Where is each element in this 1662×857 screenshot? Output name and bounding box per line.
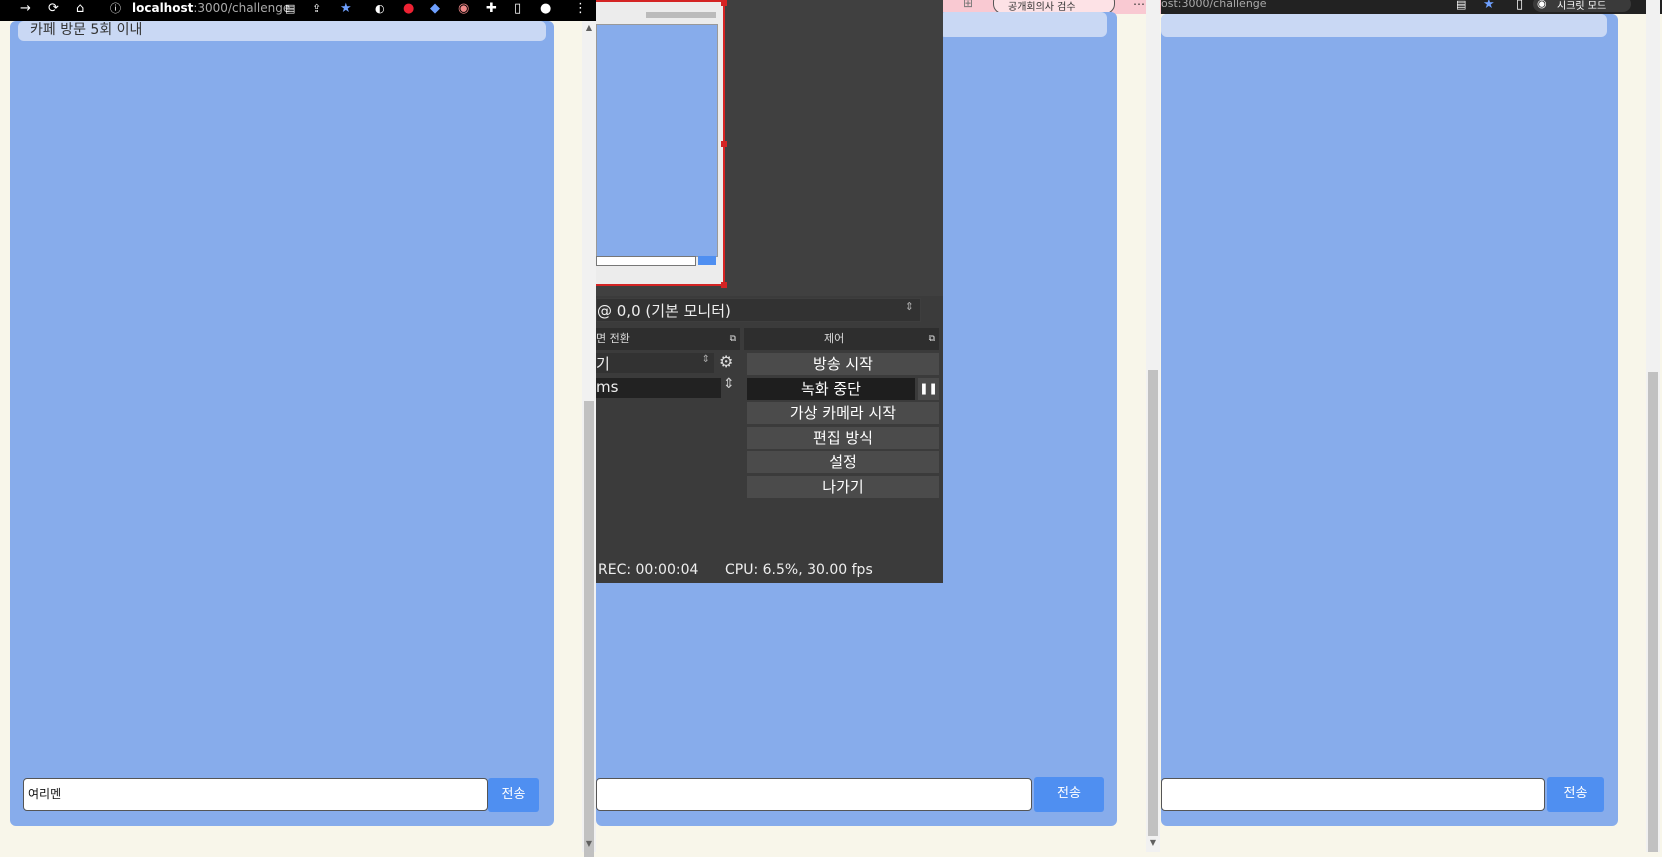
stop-recording-button[interactable]: 녹화 중단 [747, 378, 915, 400]
scrollbar-thumb[interactable] [584, 401, 594, 857]
challenge-card-text: 카페 방문 5회 이내 [30, 22, 143, 38]
message-input-right[interactable] [1161, 778, 1545, 811]
settings-button[interactable]: 설정 [747, 451, 939, 473]
send-button[interactable]: 전송 [488, 778, 539, 812]
scrollbar-right-thumb[interactable] [1648, 372, 1658, 852]
chat-panel-left: 카페 방문 5회 이내 여리멘 전송 [10, 21, 554, 826]
browser-toolbar-right: ost:3000/challenge ▤ ★ ▯ ◉ 시크릿 모드 [1161, 0, 1662, 14]
site-info-icon[interactable]: ⓘ [110, 0, 121, 18]
monitor-select[interactable]: @ 0,0 (기본 모니터) ⇕ [596, 298, 921, 322]
reload-icon[interactable]: ⟳ [48, 0, 59, 18]
address-bar-right[interactable]: ost:3000/challenge [1161, 0, 1267, 10]
sidepanel-icon-right[interactable]: ▯ [1516, 0, 1523, 14]
select-arrows-icon: ⇕ [904, 300, 914, 313]
send-button-right[interactable]: 전송 [1547, 777, 1604, 812]
grid-icon[interactable]: ⊞ [963, 0, 973, 10]
browser-toolbar-left: → ⟳ ⌂ ⓘ localhost:3000/challenge ▤ ⇪ ★ ◐… [0, 0, 596, 21]
home-icon[interactable]: ⌂ [76, 0, 84, 18]
incognito-icon: ◉ [1537, 0, 1547, 10]
exit-button[interactable]: 나가기 [747, 476, 939, 498]
studio-mode-button[interactable]: 편집 방식 [747, 427, 939, 449]
send-button-middle[interactable]: 전송 [1034, 777, 1104, 812]
resize-handle-bottom[interactable] [721, 282, 727, 288]
extensions-puzzle-icon[interactable]: ✚ [486, 0, 497, 18]
extension-icon-3[interactable]: ◆ [430, 0, 440, 18]
transitions-dock-label: 면 전환 [596, 332, 630, 345]
translate-icon[interactable]: ▤ [285, 0, 295, 18]
rec-timer: REC: 00:00:04 [598, 562, 699, 578]
controls-dock-label: 제어 [824, 332, 845, 345]
bookmark-star-icon-right[interactable]: ★ [1483, 0, 1495, 14]
chat-panel-right: 전송 [1161, 14, 1618, 826]
resize-handle-mid[interactable] [721, 141, 727, 147]
more-icon[interactable]: … [1133, 0, 1145, 8]
controls-float-icon[interactable]: ⧉ [929, 328, 935, 350]
incognito-badge[interactable]: ◉ 시크릿 모드 [1533, 0, 1631, 12]
scrollbar-left[interactable]: ▲ ▼ [582, 21, 596, 857]
incognito-label: 시크릿 모드 [1557, 1, 1607, 12]
controls-dock-title: 제어 ⧉ [744, 328, 939, 350]
scrollbar-right[interactable] [1646, 0, 1660, 852]
url-path: :3000/challenge [193, 1, 291, 15]
forward-icon[interactable]: → [20, 0, 31, 18]
extension-icon-2[interactable]: ● [403, 0, 414, 18]
scroll-up-arrow[interactable]: ▲ [582, 23, 596, 32]
transition-arrows-icon: ⇕ [701, 354, 710, 365]
address-bar[interactable]: localhost:3000/challenge [132, 1, 290, 15]
translate-icon-right[interactable]: ▤ [1456, 0, 1466, 14]
extension-icon-4[interactable]: ◉ [458, 0, 469, 18]
resize-handle-top[interactable] [721, 0, 727, 6]
transition-select[interactable]: 기 ⇕ [596, 353, 714, 373]
transitions-dock-title: 면 전환 ⧉ [596, 328, 740, 350]
message-input[interactable]: 여리멘 [23, 778, 488, 811]
menu-kebab-icon[interactable]: ⋮ [574, 0, 587, 18]
start-virtual-camera-button[interactable]: 가상 카메라 시작 [747, 402, 939, 424]
transition-gear-icon[interactable]: ⚙ [719, 352, 733, 371]
scrollbar-middle-thumb[interactable] [1148, 370, 1158, 836]
scroll-down-arrow-middle[interactable]: ▼ [1146, 838, 1160, 847]
start-streaming-button[interactable]: 방송 시작 [747, 353, 939, 375]
pause-icon: ❚❚ [919, 382, 938, 395]
pause-recording-button[interactable]: ❚❚ [918, 378, 939, 400]
bookmark-star-icon[interactable]: ★ [340, 0, 352, 18]
preview-source-frame[interactable] [596, 0, 725, 286]
url-host: localhost [132, 1, 194, 15]
duration-value: ms [596, 378, 619, 396]
message-input-middle[interactable] [596, 778, 1032, 811]
monitor-select-value: @ 0,0 (기본 모니터) [597, 302, 731, 320]
share-icon[interactable]: ⇪ [312, 0, 321, 18]
sidepanel-icon[interactable]: ▯ [514, 0, 521, 18]
extension-icon-1[interactable]: ◐ [375, 0, 385, 18]
obs-preview [596, 0, 943, 296]
scrollbar-middle[interactable]: ▼ [1146, 0, 1160, 852]
obs-window: @ 0,0 (기본 모니터) ⇕ 면 전환 ⧉ 기 ⇕ ⚙ ms ⇕ 제어 ⧉ … [596, 0, 943, 583]
duration-stepper-icon[interactable]: ⇕ [723, 376, 735, 392]
dock-float-icon[interactable]: ⧉ [730, 328, 736, 350]
preview-mini-send [698, 256, 716, 265]
preview-mini-toolbar [646, 12, 716, 18]
profile-avatar-icon[interactable]: ● [540, 0, 551, 18]
preview-mini-input [596, 256, 696, 266]
transition-select-value: 기 [596, 355, 610, 373]
preview-mini-panel [596, 24, 718, 257]
challenge-card: 카페 방문 5회 이내 [18, 21, 546, 41]
obs-status-bar: REC: 00:00:04 CPU: 6.5%, 30.00 fps [596, 558, 943, 583]
scroll-down-arrow[interactable]: ▼ [582, 839, 596, 848]
middle-top-card [939, 12, 1107, 37]
cpu-fps-status: CPU: 6.5%, 30.00 fps [725, 562, 873, 578]
right-top-card [1161, 14, 1607, 37]
message-input-value: 여리멘 [28, 787, 62, 801]
duration-spinbox[interactable]: ms [596, 378, 721, 398]
